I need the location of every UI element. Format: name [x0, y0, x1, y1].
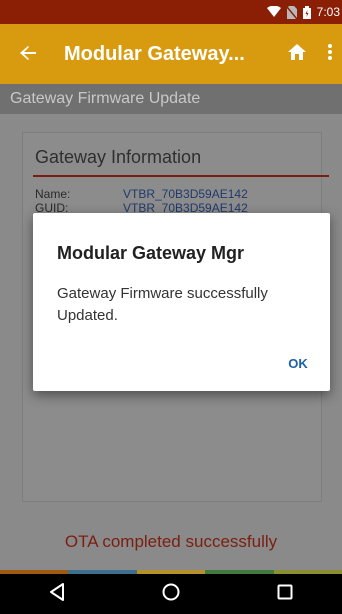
status-time: 7:03	[316, 5, 340, 19]
battery-icon	[302, 5, 311, 19]
dialog-message: Gateway Firmware successfully Updated.	[57, 285, 268, 324]
nav-home-button[interactable]	[151, 574, 191, 614]
triangle-back-icon	[49, 582, 65, 606]
status-icons: 7:03	[266, 0, 342, 24]
no-sim-icon	[286, 5, 297, 19]
circle-home-icon	[162, 583, 180, 606]
nav-recents-button[interactable]	[265, 574, 305, 614]
square-recents-icon	[277, 584, 293, 605]
wifi-icon	[266, 6, 281, 18]
ok-button[interactable]: OK	[276, 347, 320, 379]
status-bar: 7:03	[0, 0, 342, 24]
dialog-title: Modular Gateway Mgr	[57, 243, 245, 263]
alert-dialog: Modular Gateway Mgr Gateway Firmware suc…	[33, 213, 330, 391]
nav-back-button[interactable]	[37, 574, 77, 614]
system-nav-bar	[0, 574, 342, 614]
